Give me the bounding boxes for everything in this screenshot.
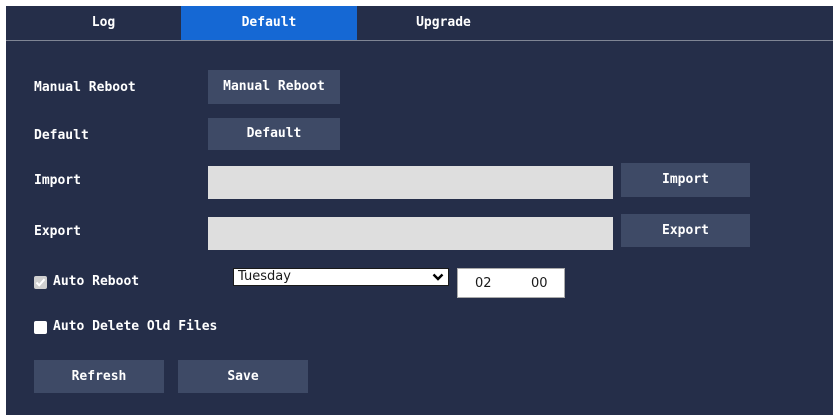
- manual-reboot-button[interactable]: Manual Reboot: [208, 70, 340, 104]
- import-button[interactable]: Import: [621, 163, 750, 197]
- auto-reboot-checkbox[interactable]: [34, 276, 47, 289]
- tab-default[interactable]: Default: [181, 6, 357, 40]
- export-label: Export: [34, 224, 81, 239]
- auto-reboot-time-input[interactable]: 02 00: [457, 268, 565, 298]
- hour-value[interactable]: 02: [475, 276, 492, 291]
- chevron-down-icon: [432, 271, 444, 287]
- refresh-button[interactable]: Refresh: [34, 360, 164, 393]
- save-button[interactable]: Save: [178, 360, 308, 393]
- checkmark-icon: [35, 278, 46, 287]
- auto-reboot-day-select[interactable]: Tuesday: [233, 268, 449, 286]
- export-button[interactable]: Export: [621, 214, 750, 247]
- minute-value[interactable]: 00: [531, 276, 548, 291]
- selected-day: Tuesday: [238, 269, 291, 284]
- import-file-field[interactable]: [208, 166, 613, 199]
- auto-reboot-label: Auto Reboot: [53, 274, 140, 289]
- export-file-field[interactable]: [208, 217, 613, 250]
- default-button[interactable]: Default: [208, 118, 340, 150]
- tab-log[interactable]: Log: [36, 6, 171, 40]
- auto-delete-label: Auto Delete Old Files: [53, 319, 218, 334]
- tab-upgrade[interactable]: Upgrade: [366, 6, 521, 40]
- auto-delete-checkbox[interactable]: [34, 321, 47, 334]
- tab-bar: Log Default Upgrade: [6, 6, 833, 41]
- import-label: Import: [34, 173, 81, 188]
- manual-reboot-label: Manual Reboot: [34, 80, 136, 95]
- settings-panel: Log Default Upgrade Manual Reboot Manual…: [6, 6, 833, 415]
- default-label: Default: [34, 128, 89, 143]
